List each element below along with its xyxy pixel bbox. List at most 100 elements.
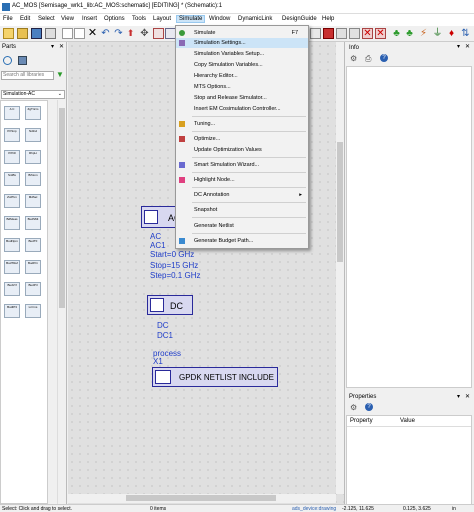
netlist-icon[interactable] [336, 28, 347, 39]
redo-icon[interactable]: ↷ [113, 28, 124, 39]
move-icon[interactable]: ✥ [139, 28, 150, 39]
netlist-include-component[interactable]: GPDK NETLIST INCLUDE [152, 367, 278, 387]
tree-icon[interactable]: ♣ [391, 28, 402, 39]
menu-item-generate-netlist[interactable]: Generate Netlist [176, 221, 308, 231]
menu-item-copy-simulation-variables[interactable]: Copy Simulation Variables... [176, 60, 308, 70]
pin-icon[interactable]: ▾ [457, 393, 460, 400]
menu-item-optimize[interactable]: Optimize... [176, 134, 308, 144]
parts-scrollbar[interactable] [57, 100, 66, 504]
ground-icon[interactable]: ⏚ [432, 28, 443, 39]
close-icon[interactable]: ✕ [59, 43, 64, 50]
canvas-vertical-scrollbar[interactable] [336, 42, 344, 494]
menu-item-snapshot[interactable]: Snapshot [176, 205, 308, 215]
menu-item-update-optimization-values[interactable]: Update Optimization Values [176, 145, 308, 155]
zoom-icon[interactable] [153, 28, 164, 39]
arrow-up-icon[interactable]: ⬆ [125, 28, 136, 39]
menu-insert[interactable]: Insert [82, 16, 97, 22]
menu-layout[interactable]: Layout [153, 16, 171, 22]
gear-icon[interactable]: ⚙ [350, 54, 357, 63]
palette-item[interactable]: B/Nom [25, 172, 41, 186]
palette-item[interactable]: A C [4, 106, 20, 120]
palette-item[interactable]: NdInd [25, 128, 41, 142]
tree-icon-2[interactable]: ♣ [404, 28, 415, 39]
palette-item[interactable]: SntBx [4, 172, 20, 186]
menu-item-simulation-settings[interactable]: Simulation Settings... [176, 38, 308, 48]
print-icon[interactable]: ⎙ [365, 54, 371, 64]
tune-icon[interactable] [310, 28, 321, 39]
parts-scrollbar-thumb[interactable] [59, 108, 65, 308]
palette-item[interactable]: PrPdl [4, 150, 20, 164]
palette-item[interactable]: BudVrf [4, 282, 20, 296]
pin-icon[interactable]: ▾ [457, 43, 460, 50]
canvas-vscroll-thumb[interactable] [337, 142, 343, 262]
menu-item-stop-release-simulator[interactable]: Stop and Release Simulator... [176, 93, 308, 103]
new-icon[interactable] [3, 28, 14, 39]
palette-item[interactable]: BudNpm [4, 238, 20, 252]
pin-icon[interactable]: ▾ [51, 43, 54, 50]
palette-item[interactable]: ZgTricm [25, 106, 41, 120]
menu-item-highlight-node[interactable]: Highlight Node... [176, 175, 308, 185]
probe-icon[interactable]: ♦ [446, 28, 457, 39]
ac-simulation-component[interactable]: AC [141, 206, 181, 228]
palette-item[interactable]: BudSMt [25, 216, 41, 230]
palette-item[interactable]: BudTRef [4, 260, 20, 274]
library-select[interactable]: Simulation-AC ⌄ [1, 90, 65, 99]
open-folder-icon[interactable] [17, 28, 28, 39]
print-icon[interactable] [45, 28, 56, 39]
dc-simulation-component[interactable]: DC [147, 295, 193, 315]
menu-dynamiclink[interactable]: DynamicLink [238, 16, 272, 22]
menu-simulate[interactable]: Simulate [176, 15, 206, 23]
copy-icon[interactable] [62, 28, 73, 39]
flip-icon[interactable]: ⇅ [460, 28, 471, 39]
menu-item-dc-annotation[interactable]: DC Annotation ▸ [176, 190, 308, 200]
palette-item[interactable]: RhpLt [25, 150, 41, 164]
close-icon[interactable]: ✕ [465, 393, 470, 400]
palette-item[interactable]: MdSel [25, 194, 41, 208]
delete-x-icon[interactable]: ✕ [87, 28, 98, 39]
menu-edit[interactable]: Edit [20, 16, 30, 22]
info-panel-title: Info [349, 45, 360, 51]
simulate-stop-icon[interactable] [323, 28, 334, 39]
palette-item[interactable]: BudPrn [25, 260, 41, 274]
palette-item[interactable]: Lrrrms [25, 304, 41, 318]
menu-item-simulation-variables-setup[interactable]: Simulation Variables Setup... [176, 49, 308, 59]
menu-item-simulate[interactable]: Simulate F7 [176, 28, 308, 38]
menu-item-generate-budget-path[interactable]: Generate Budget Path... [176, 236, 308, 246]
menu-file[interactable]: File [3, 16, 13, 22]
menu-select[interactable]: Select [38, 16, 55, 22]
close-red-icon[interactable]: ✕ [362, 28, 373, 39]
palette-item[interactable]: ZoPhm [4, 194, 20, 208]
palette-item[interactable]: PrtSnp [4, 128, 20, 142]
menu-tools[interactable]: Tools [132, 16, 146, 22]
palette-item[interactable]: BudIP3 [4, 304, 20, 318]
menu-view[interactable]: View [61, 16, 74, 22]
gear-icon[interactable]: ⚙ [350, 403, 357, 412]
filter-icon[interactable]: ▼ [56, 71, 64, 79]
component-icon[interactable] [349, 28, 360, 39]
history-icon[interactable] [3, 56, 12, 65]
help-icon[interactable]: ? [380, 54, 388, 62]
menu-designguide[interactable]: DesignGuide [282, 16, 317, 22]
close-icon[interactable]: ✕ [465, 43, 470, 50]
canvas-hscroll-thumb[interactable] [126, 495, 276, 501]
menu-item-insert-em-cosim[interactable]: Insert EM Cosimulation Controller... [176, 104, 308, 114]
undo-icon[interactable]: ↶ [100, 28, 111, 39]
help-icon[interactable]: ? [365, 403, 373, 411]
signal-icon[interactable]: ⚡ [418, 28, 429, 39]
palette-item[interactable]: BudTF [25, 238, 41, 252]
menu-item-tuning[interactable]: Tuning... [176, 119, 308, 129]
palette-item[interactable]: BdMeas [4, 216, 20, 230]
canvas-horizontal-scrollbar[interactable] [68, 494, 336, 503]
library-icon[interactable] [18, 56, 27, 65]
menu-item-mts-options[interactable]: MTS Options... [176, 82, 308, 92]
paste-icon[interactable] [74, 28, 85, 39]
menu-help[interactable]: Help [322, 16, 334, 22]
save-icon[interactable] [31, 28, 42, 39]
close-red-icon-2[interactable]: ✕ [375, 28, 386, 39]
palette-item[interactable]: BudPrl [25, 282, 41, 296]
menu-options[interactable]: Options [104, 16, 125, 22]
menu-item-hierarchy-editor[interactable]: Hierarchy Editor... [176, 71, 308, 81]
menu-window[interactable]: Window [209, 16, 230, 22]
menu-item-smart-simulation-wizard[interactable]: Smart Simulation Wizard... [176, 160, 308, 170]
search-input[interactable]: Search all libraries [1, 71, 54, 80]
